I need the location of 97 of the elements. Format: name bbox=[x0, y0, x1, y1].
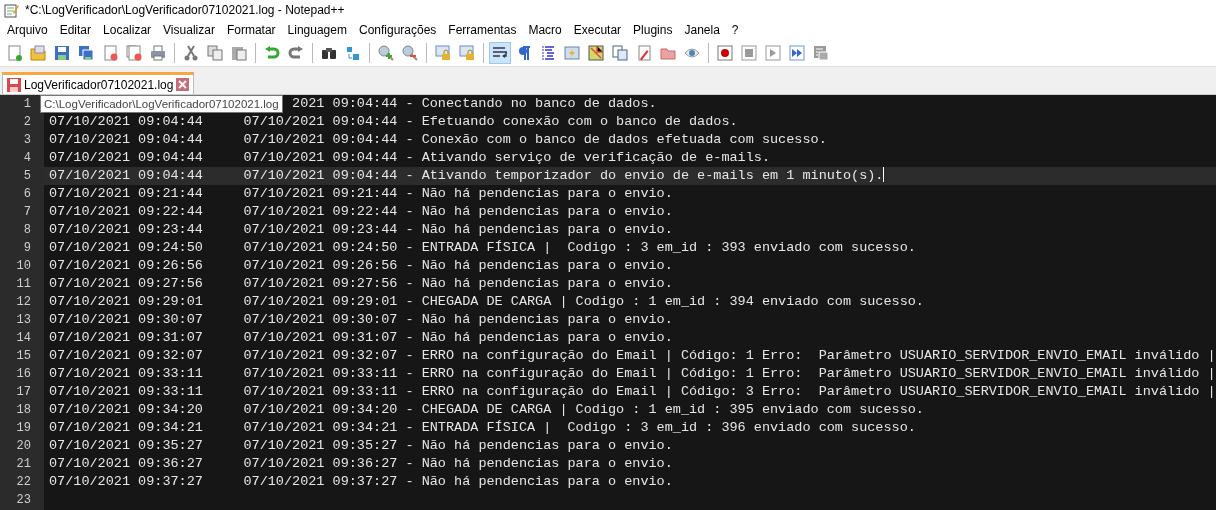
log-line: 07/10/2021 09:33:11 07/10/2021 09:33:11 - ERRO na configuração do Email | Código: 1 Erro: Parâmetro USUARIO_SERVIDOR_ENVIO_EMAIL inválido | bbox=[49, 366, 1216, 381]
eye-icon[interactable] bbox=[684, 45, 700, 61]
log-line: 07/10/2021 09:30:07 07/10/2021 09:30:07 - Não há pendencias para o envio. bbox=[49, 312, 673, 327]
line-number: 19 bbox=[16, 421, 31, 435]
paste-icon[interactable] bbox=[231, 45, 247, 61]
text-caret bbox=[883, 167, 885, 182]
menu-item[interactable]: Formatar bbox=[220, 20, 282, 40]
word-wrap-button[interactable] bbox=[489, 42, 511, 64]
pen-document-icon[interactable] bbox=[636, 45, 652, 61]
line-number: 16 bbox=[16, 367, 31, 381]
log-line: 07/10/2021 09:35:27 07/10/2021 09:35:27 - Não há pendencias para o envio. bbox=[49, 438, 673, 453]
line-number: 11 bbox=[16, 277, 31, 291]
menu-item[interactable]: Janela bbox=[678, 20, 726, 40]
lock-icon[interactable] bbox=[435, 45, 451, 61]
menu-item[interactable]: Macro bbox=[522, 20, 568, 40]
play-icon[interactable] bbox=[765, 45, 781, 61]
save-icon[interactable] bbox=[54, 45, 70, 61]
zoom-in-icon[interactable] bbox=[378, 45, 394, 61]
line-number: 8 bbox=[23, 223, 31, 237]
line-number: 4 bbox=[23, 151, 31, 165]
log-line: 07/10/2021 09:32:07 07/10/2021 09:32:07 - ERRO na configuração do Email | Código: 1 Erro: Parâmetro USUARIO_SERVIDOR_ENVIO_EMAIL inválido | bbox=[49, 348, 1216, 363]
map-icon[interactable] bbox=[588, 45, 604, 61]
replace-icon[interactable] bbox=[345, 45, 361, 61]
indent-guide-icon[interactable] bbox=[540, 45, 556, 61]
log-line: 07/10/2021 09:37:27 07/10/2021 09:37:27 - Não há pendencias para o envio. bbox=[49, 474, 673, 489]
zoom-out-icon[interactable] bbox=[402, 45, 418, 61]
line-number: 10 bbox=[16, 259, 31, 273]
close-icon[interactable] bbox=[176, 78, 190, 91]
log-line: 07/10/2021 09:27:56 07/10/2021 09:27:56 - Não há pendencias para o envio. bbox=[49, 276, 673, 291]
copy-icon[interactable] bbox=[207, 45, 223, 61]
menu-item[interactable]: Arquivo bbox=[1, 20, 54, 40]
stop-icon[interactable] bbox=[741, 45, 757, 61]
log-line: 07/10/2021 09:22:44 07/10/2021 09:22:44 - Não há pendencias para o envio. bbox=[49, 204, 673, 219]
line-number: 23 bbox=[16, 493, 31, 507]
log-line: 07/10/2021 09:34:20 07/10/2021 09:34:20 - CHEGADA DE CARGA | Codigo : 1 em_id : 395 enviado com sucesso. bbox=[49, 402, 924, 417]
log-line: 07/10/2021 09:04:44 07/10/2021 09:04:44 - Conexão com o banco de dados efetuada com sucesso. bbox=[49, 132, 827, 147]
line-number: 18 bbox=[16, 403, 31, 417]
binoculars-icon[interactable] bbox=[321, 45, 337, 61]
word-wrap-icon bbox=[492, 45, 508, 61]
print-icon[interactable] bbox=[150, 45, 166, 61]
log-line: 07/10/2021 09:04:44 07/10/2021 09:04:44 - Ativando temporizador do envio de e-mails em 1 minuto(s). bbox=[49, 168, 884, 183]
menu-item[interactable]: Executar bbox=[567, 20, 628, 40]
menu-item[interactable]: Editar bbox=[53, 20, 98, 40]
save-macro-icon[interactable] bbox=[813, 45, 829, 61]
line-number: 3 bbox=[23, 133, 31, 147]
menu-item[interactable]: Configurações bbox=[352, 20, 443, 40]
line-number: 9 bbox=[23, 241, 31, 255]
line-number: 6 bbox=[23, 187, 31, 201]
new-file-icon[interactable] bbox=[6, 45, 22, 61]
menu-item[interactable]: ? bbox=[725, 20, 745, 40]
menu-item[interactable]: Visualizar bbox=[157, 20, 221, 40]
folder-icon[interactable] bbox=[660, 45, 676, 61]
lightning-icon[interactable] bbox=[564, 45, 580, 61]
line-number: 21 bbox=[16, 457, 31, 471]
notepad-icon bbox=[4, 2, 19, 18]
close-file-icon[interactable] bbox=[102, 45, 118, 61]
menu-item[interactable]: Localizar bbox=[97, 20, 158, 40]
paragraph-icon[interactable] bbox=[516, 45, 532, 61]
undo-icon[interactable] bbox=[264, 45, 280, 61]
line-number: 2 bbox=[23, 115, 31, 129]
line-number: 15 bbox=[16, 349, 31, 363]
log-line: 07/10/2021 09:24:50 07/10/2021 09:24:50 - ENTRADA FÍSICA | Codigo : 3 em_id : 393 enviado com sucesso. bbox=[49, 240, 916, 255]
menu-item[interactable]: Linguagem bbox=[281, 20, 353, 40]
line-number: 13 bbox=[16, 313, 31, 327]
log-line: 07/10/2021 09:34:21 07/10/2021 09:34:21 - ENTRADA FÍSICA | Codigo : 3 em_id : 396 enviado com sucesso. bbox=[49, 420, 916, 435]
window-title: *C:\LogVerificador\LogVerificador07102021.log - Notepad++ bbox=[25, 2, 345, 19]
redo-icon[interactable] bbox=[288, 45, 304, 61]
file-tab[interactable]: LogVerificador07102021.log bbox=[2, 72, 195, 94]
log-line: 2021 09:04:44 - Conectando no banco de dados. bbox=[292, 96, 657, 111]
fast-forward-icon[interactable] bbox=[789, 45, 805, 61]
line-number: 12 bbox=[16, 295, 31, 309]
line-number: 14 bbox=[16, 331, 31, 345]
line-number: 1 bbox=[23, 97, 31, 111]
menu-item[interactable]: Ferramentas bbox=[442, 20, 523, 40]
record-icon[interactable] bbox=[717, 45, 733, 61]
tooltip: C:\LogVerificador\LogVerificador07102021.log bbox=[40, 95, 283, 113]
menu-item[interactable]: Plugins bbox=[627, 20, 679, 40]
documents-icon[interactable] bbox=[612, 45, 628, 61]
log-line: 07/10/2021 09:33:11 07/10/2021 09:33:11 - ERRO na configuração do Email | Código: 3 Erro: Parâmetro USUARIO_SERVIDOR_ENVIO_EMAIL inválido | bbox=[49, 384, 1216, 399]
line-number: 20 bbox=[16, 439, 31, 453]
cut-icon[interactable] bbox=[183, 45, 199, 61]
close-all-icon[interactable] bbox=[126, 45, 142, 61]
log-line: 07/10/2021 09:21:44 07/10/2021 09:21:44 - Não há pendencias para o envio. bbox=[49, 186, 673, 201]
line-number: 17 bbox=[16, 385, 31, 399]
lock-icon[interactable] bbox=[459, 45, 475, 61]
log-line: 07/10/2021 09:36:27 07/10/2021 09:36:27 - Não há pendencias para o envio. bbox=[49, 456, 673, 471]
line-number: 22 bbox=[16, 475, 31, 489]
log-line: 07/10/2021 09:04:44 07/10/2021 09:04:44 - Efetuando conexão com o banco de dados. bbox=[49, 114, 738, 129]
line-number: 7 bbox=[23, 205, 31, 219]
line-number: 5 bbox=[23, 169, 31, 183]
log-line: 07/10/2021 09:04:44 07/10/2021 09:04:44 - Ativando serviço de verificação de e-mails. bbox=[49, 150, 771, 165]
log-line: 07/10/2021 09:23:44 07/10/2021 09:23:44 - Não há pendencias para o envio. bbox=[49, 222, 673, 237]
save-all-icon[interactable] bbox=[78, 45, 94, 61]
open-folder-icon[interactable] bbox=[30, 45, 46, 61]
log-line: 07/10/2021 09:31:07 07/10/2021 09:31:07 - Não há pendencias para o envio. bbox=[49, 330, 673, 345]
log-line: 07/10/2021 09:26:56 07/10/2021 09:26:56 - Não há pendencias para o envio. bbox=[49, 258, 673, 273]
log-line: 07/10/2021 09:29:01 07/10/2021 09:29:01 - CHEGADA DE CARGA | Codigo : 1 em_id : 394 enviado com sucesso. bbox=[49, 294, 924, 309]
